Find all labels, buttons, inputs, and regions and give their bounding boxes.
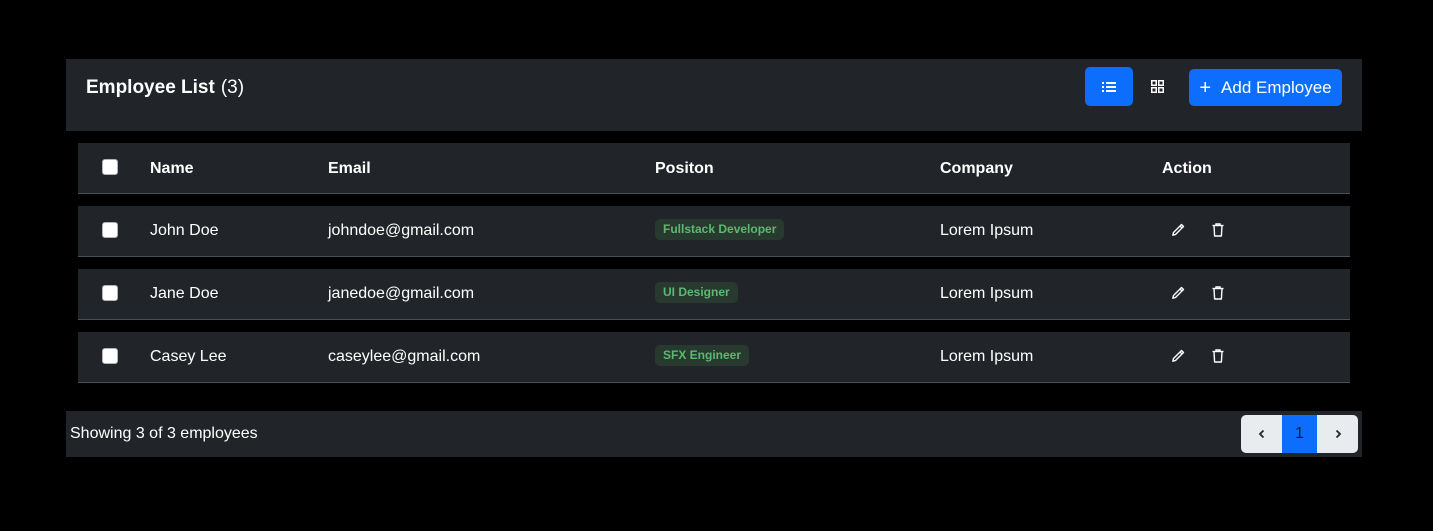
- employee-company: Lorem Ipsum: [940, 348, 1034, 365]
- grid-icon: [1150, 80, 1164, 93]
- plus-icon: +: [1199, 76, 1212, 99]
- page-title-text: Employee List: [86, 77, 215, 98]
- add-employee-button[interactable]: + Add Employee: [1189, 69, 1342, 106]
- pencil-icon[interactable]: [1170, 222, 1186, 238]
- position-badge: Fullstack Developer: [655, 219, 785, 241]
- chevron-left-icon: [1258, 429, 1264, 439]
- employee-name: Casey Lee: [150, 348, 227, 365]
- table-row: Jane Doe janedoe@gmail.com UI Designer L…: [78, 269, 1350, 320]
- row-checkbox[interactable]: [102, 348, 118, 364]
- column-header-position[interactable]: Positon: [655, 143, 714, 193]
- position-cell: UI Designer: [655, 269, 738, 319]
- column-header-email[interactable]: Email: [328, 143, 371, 193]
- column-header-company[interactable]: Company: [940, 143, 1013, 193]
- list-view-button[interactable]: [1085, 67, 1133, 106]
- employee-count: (3): [220, 77, 245, 98]
- position-cell: SFX Engineer: [655, 332, 750, 382]
- position-badge: SFX Engineer: [655, 345, 750, 367]
- trash-icon[interactable]: [1210, 285, 1226, 301]
- column-header-name[interactable]: Name: [150, 143, 194, 193]
- position-badge: UI Designer: [655, 282, 738, 304]
- column-header-action: Action: [1162, 160, 1212, 177]
- pagination: 1: [1241, 415, 1358, 453]
- page-1-button[interactable]: 1: [1282, 415, 1317, 453]
- page-title: Employee List (3): [86, 59, 244, 117]
- table-footer: Showing 3 of 3 employees 1: [66, 411, 1362, 457]
- employee-list-header: Employee List (3) + Add Employee: [66, 59, 1362, 131]
- grid-view-button[interactable]: [1133, 67, 1181, 106]
- next-page-button[interactable]: [1317, 415, 1358, 453]
- row-checkbox[interactable]: [102, 222, 118, 238]
- employee-email: janedoe@gmail.com: [328, 285, 475, 302]
- trash-icon[interactable]: [1210, 348, 1226, 364]
- pencil-icon[interactable]: [1170, 285, 1186, 301]
- trash-icon[interactable]: [1210, 222, 1226, 238]
- row-checkbox[interactable]: [102, 285, 118, 301]
- chevron-right-icon: [1335, 429, 1341, 439]
- employee-email: johndoe@gmail.com: [328, 222, 475, 239]
- position-cell: Fullstack Developer: [655, 206, 785, 256]
- employee-company: Lorem Ipsum: [940, 222, 1034, 239]
- employee-company: Lorem Ipsum: [940, 285, 1034, 302]
- previous-page-button[interactable]: [1241, 415, 1282, 453]
- table-row: John Doe johndoe@gmail.com Fullstack Dev…: [78, 206, 1350, 257]
- employee-email: caseylee@gmail.com: [328, 348, 481, 365]
- showing-count-text: Showing 3 of 3 employees: [70, 425, 258, 442]
- table-row: Casey Lee caseylee@gmail.com SFX Enginee…: [78, 332, 1350, 383]
- select-all-checkbox[interactable]: [102, 159, 118, 175]
- pencil-icon[interactable]: [1170, 348, 1186, 364]
- add-employee-label: Add Employee: [1221, 77, 1332, 97]
- table-header-row: Name Email Positon Company Action: [78, 143, 1350, 194]
- list-icon: [1102, 81, 1116, 92]
- employee-name: Jane Doe: [150, 285, 219, 302]
- employee-name: John Doe: [150, 222, 219, 239]
